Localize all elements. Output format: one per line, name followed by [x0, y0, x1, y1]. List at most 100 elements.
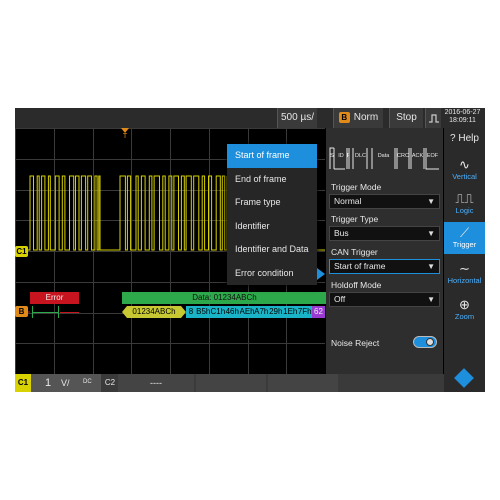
dropdown-item-frame-type[interactable]: Frame type — [227, 191, 317, 215]
zoom-button[interactable]: ⊕ Zoom — [444, 294, 485, 324]
brand-logo-icon — [454, 368, 474, 388]
help-icon: ? — [450, 133, 456, 144]
channel-slot-4[interactable] — [268, 374, 338, 392]
frame-field-label: DLC — [354, 153, 366, 159]
c1-level-marker[interactable]: C1 — [15, 246, 28, 257]
bus-byte: 46h — [225, 306, 240, 318]
vertical-label: Vertical — [452, 172, 477, 181]
bus-byte: C1h — [210, 306, 225, 318]
bus-id-field: 01234ABCh — [122, 306, 186, 318]
horizontal-button[interactable]: ∼ Horizontal — [444, 258, 485, 288]
trigger-edge-icon: ⟋ — [459, 225, 470, 240]
date-time: 2016-06-27 18:09:11 — [440, 109, 485, 125]
horizontal-label: Horizontal — [447, 276, 482, 285]
channel-slot-3[interactable] — [196, 374, 266, 392]
frame-field-label: ACK — [411, 153, 424, 159]
help-label: Help — [458, 133, 479, 144]
bus-data-header: Data: 01234ABCh — [122, 292, 327, 304]
c1-coupling: DC — [83, 379, 92, 385]
menu-shortcut-button[interactable] — [425, 108, 441, 128]
trigger-button[interactable]: ⟋ Trigger — [444, 222, 485, 254]
frame-field-label: R — [347, 153, 349, 159]
logic-label: Logic — [455, 206, 474, 215]
bus-byte: 1Eh — [283, 306, 298, 318]
zoom-label: Zoom — [454, 312, 475, 321]
frame-field-label: Data — [377, 153, 390, 159]
chevron-down-icon: ▼ — [427, 262, 435, 271]
dropdown-item-identifier-and-data[interactable]: Identifier and Data — [227, 238, 317, 262]
bus-byte: A7h — [254, 306, 269, 318]
vertical-button[interactable]: ∿ Vertical — [444, 154, 485, 184]
date-label: 2016-06-27 — [444, 109, 481, 116]
can-trigger-select[interactable]: Start of frame ▼ — [329, 259, 440, 274]
trigger-type-value: Bus — [334, 228, 349, 238]
frame-field-label: EOF — [426, 153, 439, 159]
sidebar: ? Help ∿ Vertical ⎍⎍ Logic ⟋ Trigger ∼ Horiz… — [444, 128, 485, 392]
dropdown-item-end-of-frame[interactable]: End of frame — [227, 168, 317, 192]
logic-button[interactable]: ⎍⎍ Logic — [444, 188, 485, 218]
run-state-label: Stop — [396, 112, 417, 123]
can-trigger-dropdown[interactable]: Start of frame End of frame Frame type I… — [227, 144, 317, 285]
bus-dlc-field: 8 — [186, 306, 196, 318]
c1-scale-value: 1 — [45, 377, 52, 389]
trigger-mode-display[interactable]: B Norm — [333, 108, 383, 128]
rohde-schwarz-logo[interactable] — [454, 368, 474, 388]
trigger-position-marker[interactable]: T — [119, 128, 131, 144]
timebase-label: 500 µs/ — [280, 112, 314, 123]
can-frame-diagram: S ID R DLC Data CRC ACK EOF — [329, 144, 440, 174]
zoom-magnifier-icon: ⊕ — [459, 297, 470, 312]
c2-channel-tag[interactable]: C2 — [103, 374, 117, 392]
trigger-channel-badge: B — [338, 111, 350, 123]
time-label: 18:09:11 — [449, 117, 476, 124]
frame-field-label: ID — [338, 153, 344, 159]
chevron-down-icon: ▼ — [427, 295, 435, 304]
holdoff-mode-value: Off — [334, 294, 346, 304]
horizontal-wave-icon: ∼ — [459, 261, 470, 276]
frame-field-label: CRC — [397, 153, 409, 159]
trigger-mode-label: Norm — [353, 112, 379, 123]
chevron-down-icon: ▼ — [427, 229, 435, 238]
bus-b-marker[interactable]: B — [15, 306, 28, 317]
signal-menu-icon — [428, 114, 439, 123]
bus-byte: B5h — [196, 306, 211, 318]
toggle-knob — [426, 338, 434, 346]
run-stop-button[interactable]: Stop — [389, 108, 423, 128]
error-label: Error — [30, 292, 79, 304]
c1-scale-display[interactable]: 1 V/ DC — [31, 374, 101, 392]
timebase-display[interactable]: 500 µs/ — [277, 108, 317, 128]
top-bar: 500 µs/ B Norm Stop 2016-06-27 18:09:11 — [15, 108, 485, 128]
can-trigger-value: Start of frame — [334, 261, 386, 271]
c2-scale-display[interactable]: ---- — [118, 374, 194, 392]
noise-reject-label: Noise Reject — [331, 338, 380, 348]
trigger-mode-value: Normal — [334, 196, 362, 206]
bus-byte: 7Fh — [297, 306, 312, 318]
dropdown-item-error-condition[interactable]: Error condition — [227, 262, 317, 286]
dropdown-item-identifier[interactable]: Identifier — [227, 215, 317, 239]
bus-data-bytes: B5h C1h 46h AEh A7h 29h 1Eh 7Fh — [196, 306, 312, 318]
can-trigger-label: CAN Trigger — [331, 247, 378, 257]
bus-crc-field: 62 — [312, 306, 325, 318]
noise-reject-toggle[interactable] — [413, 336, 437, 348]
logic-pulse-icon: ⎍⎍ — [455, 191, 474, 206]
trigger-mode-label: Trigger Mode — [331, 182, 382, 192]
c1-channel-tag[interactable]: C1 — [15, 374, 31, 392]
bus-byte: 29h — [268, 306, 283, 318]
frame-field-label: S — [330, 153, 334, 159]
dropdown-item-start-of-frame[interactable]: Start of frame — [227, 144, 317, 168]
trigger-label: Trigger — [452, 240, 477, 249]
trigger-type-label: Trigger Type — [331, 214, 379, 224]
bus-byte: AEh — [239, 306, 254, 318]
dropdown-pointer-icon — [317, 268, 325, 280]
oscilloscope-screen: 500 µs/ B Norm Stop 2016-06-27 18:09:11 T… — [15, 108, 485, 392]
trigger-mode-select[interactable]: Normal ▼ — [329, 194, 440, 209]
holdoff-mode-select[interactable]: Off ▼ — [329, 292, 440, 307]
trigger-type-select[interactable]: Bus ▼ — [329, 226, 440, 241]
chevron-down-icon: ▼ — [427, 197, 435, 206]
help-button[interactable]: ? Help — [444, 130, 485, 148]
trigger-marker-label: T — [122, 133, 128, 140]
bottom-channel-bar: C1 1 V/ DC C2 ---- — [15, 374, 444, 392]
error-frame — [30, 306, 79, 318]
trigger-settings-panel: S ID R DLC Data CRC ACK EOF Trigger Mode Normal… — [326, 128, 443, 374]
holdoff-mode-label: Holdoff Mode — [331, 280, 382, 290]
c1-scale-unit: V/ — [61, 378, 70, 388]
